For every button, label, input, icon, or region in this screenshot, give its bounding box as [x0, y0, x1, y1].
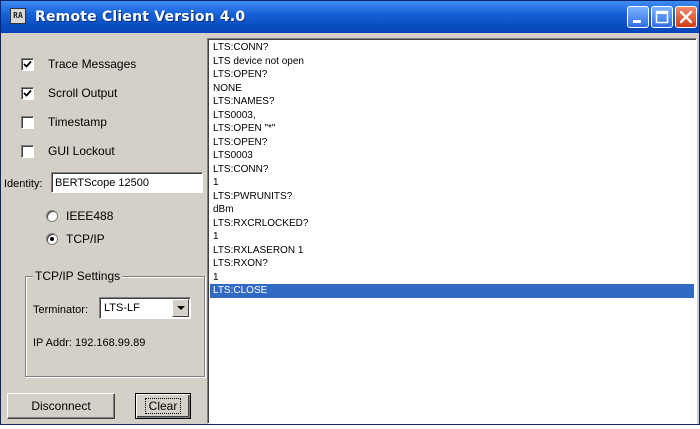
- checkbox-label: Scroll Output: [48, 86, 118, 100]
- maximize-icon: [655, 10, 669, 24]
- log-line[interactable]: LTS device not open: [210, 55, 694, 69]
- title-bar[interactable]: RA Remote Client Version 4.0: [1, 1, 699, 33]
- identity-label: Identity:: [4, 178, 43, 190]
- dropdown-button[interactable]: [172, 299, 189, 317]
- trace-messages-checkbox[interactable]: Trace Messages: [21, 55, 136, 73]
- checkmark-icon: [23, 89, 32, 97]
- log-line[interactable]: LTS:CONN?: [210, 41, 694, 55]
- timestamp-checkbox[interactable]: Timestamp: [21, 113, 107, 131]
- radio-label: TCP/IP: [66, 232, 105, 246]
- scroll-output-checkbox[interactable]: Scroll Output: [21, 84, 117, 102]
- close-button[interactable]: [675, 6, 697, 28]
- gui-lockout-checkbox[interactable]: GUI Lockout: [21, 142, 115, 160]
- close-icon: [679, 10, 693, 24]
- log-line[interactable]: NONE: [210, 82, 694, 96]
- clear-button-label: Clear: [144, 398, 182, 414]
- window-title: Remote Client Version 4.0: [35, 9, 246, 25]
- tcpip-settings-group: [25, 276, 205, 377]
- clear-button[interactable]: Clear: [135, 393, 191, 419]
- ip-address: IP Addr: 192.168.99.89: [33, 337, 146, 349]
- checkbox-box[interactable]: [21, 57, 34, 71]
- log-line[interactable]: LTS:OPEN?: [210, 68, 694, 82]
- checkbox-label: Timestamp: [48, 115, 107, 129]
- ieee488-radio[interactable]: IEEE488: [46, 207, 113, 225]
- radio-button[interactable]: [46, 233, 58, 245]
- log-line[interactable]: 1: [210, 271, 694, 285]
- terminator-label: Terminator:: [33, 304, 89, 316]
- identity-input[interactable]: [51, 172, 203, 193]
- maximize-button[interactable]: [651, 6, 673, 28]
- log-line[interactable]: 1: [210, 176, 694, 190]
- log-line[interactable]: LTS:CONN?: [210, 163, 694, 177]
- disconnect-button[interactable]: Disconnect: [7, 393, 115, 419]
- radio-label: IEEE488: [66, 209, 114, 223]
- log-line[interactable]: LTS0003: [210, 149, 694, 163]
- log-line[interactable]: LTS0003,: [210, 109, 694, 123]
- tcpip-radio[interactable]: TCP/IP: [46, 230, 105, 248]
- log-line[interactable]: LTS:PWRUNITS?: [210, 190, 694, 204]
- terminator-value: LTS-LF: [104, 302, 140, 314]
- log-line[interactable]: LTS:NAMES?: [210, 95, 694, 109]
- group-title: TCP/IP Settings: [33, 268, 123, 284]
- chevron-down-icon: [177, 306, 185, 310]
- checkbox-label: GUI Lockout: [48, 144, 115, 158]
- minimize-button[interactable]: [627, 6, 649, 28]
- radio-button[interactable]: [46, 210, 58, 222]
- log-line[interactable]: LTS:CLOSE: [210, 284, 694, 298]
- checkbox-label: Trace Messages: [48, 57, 137, 71]
- log-list: LTS:CONN? LTS device not open LTS:OPEN? NON…: [210, 41, 694, 298]
- log-line[interactable]: LTS:OPEN?: [210, 136, 694, 150]
- app-icon: RA: [10, 8, 26, 24]
- checkmark-icon: [23, 60, 32, 68]
- app-window: RA Remote Client Version 4.0 Trace Messa…: [0, 0, 700, 425]
- log-line[interactable]: LTS:OPEN "*": [210, 122, 694, 136]
- log-line[interactable]: dBm: [210, 203, 694, 217]
- log-line[interactable]: 1: [210, 230, 694, 244]
- terminator-select[interactable]: LTS-LF: [99, 297, 191, 319]
- log-line[interactable]: LTS:RXCRLOCKED?: [210, 217, 694, 231]
- log-line[interactable]: LTS:RXLASERON 1: [210, 244, 694, 258]
- checkbox-box[interactable]: [21, 144, 34, 158]
- checkbox-box[interactable]: [21, 86, 34, 100]
- minimize-icon: [633, 20, 641, 23]
- log-line[interactable]: LTS:RXON?: [210, 257, 694, 271]
- message-log[interactable]: LTS:CONN? LTS device not open LTS:OPEN? NON…: [207, 38, 697, 424]
- checkbox-box[interactable]: [21, 115, 34, 129]
